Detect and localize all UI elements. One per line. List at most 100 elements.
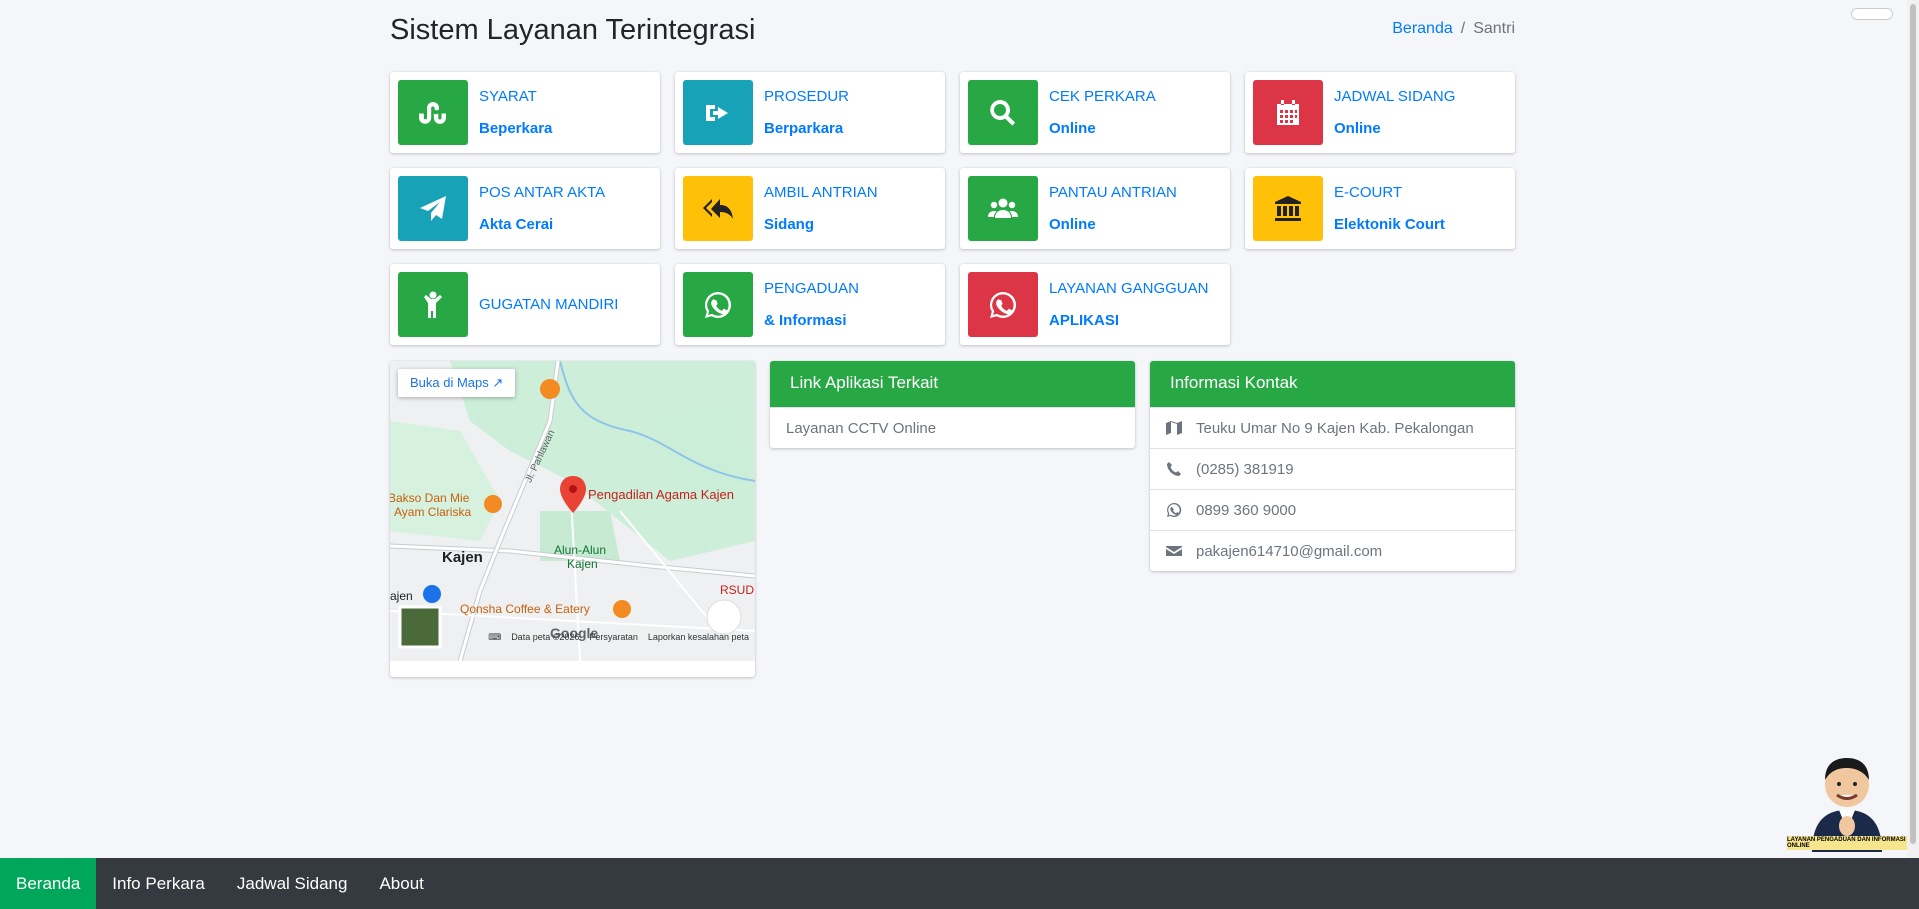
- service-pengaduan[interactable]: PENGADUAN & Informasi: [675, 264, 945, 345]
- service-title: PENGADUAN: [764, 280, 860, 297]
- map-label-bakso-2: Ayam Clariska: [394, 505, 472, 519]
- service-icon-box: [1253, 80, 1323, 145]
- service-gugatan-mandiri[interactable]: GUGATAN MANDIRI: [390, 264, 660, 345]
- service-subtitle: & Informasi: [764, 312, 847, 329]
- breadcrumb-current: Santri: [1473, 20, 1515, 37]
- breadcrumb-separator: /: [1460, 20, 1466, 37]
- map-label-rsud: RSUD: [720, 583, 755, 597]
- paper-plane-icon: [420, 195, 446, 221]
- map-terms-link[interactable]: Persyaratan: [589, 632, 638, 643]
- open-in-maps-label: Buka di Maps: [410, 375, 489, 390]
- calendar-icon: [1277, 99, 1299, 125]
- service-prosedur[interactable]: PROSEDUR Berparkara: [675, 72, 945, 153]
- links-card: Link Aplikasi Terkait Layanan CCTV Onlin…: [770, 361, 1135, 448]
- breadcrumb: Beranda / Santri: [1392, 20, 1515, 38]
- nav-beranda[interactable]: Beranda: [0, 858, 97, 909]
- reply-all-icon: [703, 198, 733, 219]
- contact-address-text: Teuku Umar No 9 Kajen Kab. Pekalongan: [1196, 419, 1474, 437]
- service-subtitle: Online: [1049, 216, 1096, 233]
- whatsapp-icon: [1167, 502, 1182, 517]
- link-item-label: Layanan CCTV Online: [786, 419, 937, 437]
- whatsapp-icon: [705, 291, 732, 318]
- map-icon: [1166, 421, 1182, 435]
- map-label-ajen: ajen: [390, 589, 413, 603]
- contact-email-text: pakajen614710@gmail.com: [1196, 542, 1383, 560]
- service-icon-box: [398, 80, 468, 145]
- service-title: PROSEDUR: [764, 88, 850, 105]
- page-title: Sistem Layanan Terintegrasi: [390, 14, 756, 46]
- service-title: AMBIL ANTRIAN: [764, 184, 878, 201]
- map-label-alun-2: Kajen: [567, 557, 598, 571]
- service-subtitle: Elektonik Court: [1334, 216, 1445, 233]
- sign-out-icon: [706, 104, 728, 121]
- service-icon-box: [968, 80, 1038, 145]
- map-label-alun: Alun-Alun: [554, 543, 607, 557]
- breadcrumb-home-link[interactable]: Beranda: [1392, 20, 1453, 37]
- scrollbar[interactable]: [1907, 0, 1919, 858]
- map-report-link[interactable]: Laporkan kesalahan peta: [648, 632, 749, 643]
- scrollbar-thumb[interactable]: [1910, 4, 1916, 844]
- map-attribution: ⌨ Data peta ©2026 Persyaratan Laporkan k…: [488, 632, 749, 643]
- child-icon: [424, 291, 442, 318]
- service-icon-box: [968, 272, 1038, 337]
- nav-jadwal-sidang[interactable]: Jadwal Sidang: [221, 858, 364, 909]
- service-e-court[interactable]: E-COURT Elektonik Court: [1245, 168, 1515, 249]
- nav-info-perkara[interactable]: Info Perkara: [96, 858, 221, 909]
- service-title: JADWAL SIDANG: [1334, 88, 1456, 105]
- service-title: GUGATAN MANDIRI: [479, 296, 619, 313]
- contact-address: Teuku Umar No 9 Kajen Kab. Pekalongan: [1150, 407, 1515, 448]
- map-data-text: Data peta ©2026: [511, 632, 580, 642]
- service-subtitle: Sidang: [764, 216, 815, 233]
- service-icon-box: [968, 176, 1038, 241]
- map-label-bakso: Bakso Dan Mie: [390, 491, 470, 505]
- search-icon: [990, 99, 1016, 126]
- links-card-title: Link Aplikasi Terkait: [770, 361, 1135, 407]
- whatsapp-icon: [990, 291, 1017, 318]
- service-subtitle: Berparkara: [764, 120, 844, 137]
- link-item-cctv[interactable]: Layanan CCTV Online: [770, 407, 1135, 448]
- service-title: SYARAT: [479, 88, 537, 105]
- service-cek-perkara[interactable]: CEK PERKARA Online: [960, 72, 1230, 153]
- service-icon-box: [398, 176, 468, 241]
- service-icon-box: [1253, 176, 1323, 241]
- contact-phone: (0285) 381919: [1150, 448, 1515, 489]
- map-city-label: Kajen: [442, 549, 483, 566]
- service-title: PANTAU ANTRIAN: [1049, 184, 1177, 201]
- stumbleupon-icon: [419, 101, 446, 124]
- map-marker-label: Pengadilan Agama Kajen: [588, 487, 735, 502]
- users-icon: [988, 198, 1018, 218]
- service-layanan-gangguan[interactable]: LAYANAN GANGGUAN APLIKASI: [960, 264, 1230, 345]
- service-pos-antar-akta[interactable]: POS ANTAR AKTA Akta Cerai: [390, 168, 660, 249]
- service-title: LAYANAN GANGGUAN: [1049, 280, 1209, 297]
- service-subtitle: Akta Cerai: [479, 216, 554, 233]
- service-title: E-COURT: [1334, 184, 1403, 201]
- service-jadwal-sidang[interactable]: JADWAL SIDANG Online: [1245, 72, 1515, 153]
- service-subtitle: Beperkara: [479, 120, 553, 137]
- contact-phone-text: (0285) 381919: [1196, 460, 1294, 478]
- contact-card: Informasi Kontak Teuku Umar No 9 Kajen K…: [1150, 361, 1515, 571]
- open-in-maps-button[interactable]: Buka di Maps ↗: [398, 369, 516, 397]
- service-pantau-antrian[interactable]: PANTAU ANTRIAN Online: [960, 168, 1230, 249]
- service-icon-box: [683, 80, 753, 145]
- service-icon-box: [398, 272, 468, 337]
- mascot-caption: LAYANAN PENGADUAN DAN INFORMASI ONLINE: [1787, 836, 1907, 850]
- service-syarat[interactable]: SYARAT Beperkara: [390, 72, 660, 153]
- service-icon-box: [683, 272, 753, 337]
- service-ambil-antrian[interactable]: AMBIL ANTRIAN Sidang: [675, 168, 945, 249]
- phone-icon: [1167, 462, 1181, 476]
- keyboard-icon[interactable]: ⌨: [488, 632, 501, 643]
- map-embed[interactable]: Buka di Maps ↗ Pengadilan Agama Kajen Ka…: [390, 361, 755, 677]
- nav-about[interactable]: About: [363, 858, 439, 909]
- contact-whatsapp: 0899 360 9000: [1150, 489, 1515, 530]
- service-subtitle: APLIKASI: [1049, 312, 1120, 329]
- service-subtitle: Online: [1334, 120, 1381, 137]
- service-icon-box: [683, 176, 753, 241]
- map-canvas[interactable]: Buka di Maps ↗ Pengadilan Agama Kajen Ka…: [390, 361, 755, 661]
- envelope-icon: [1166, 546, 1182, 556]
- contact-whatsapp-text: 0899 360 9000: [1196, 501, 1297, 519]
- bank-icon: [1275, 195, 1301, 221]
- contact-card-title: Informasi Kontak: [1150, 361, 1515, 407]
- map-label-qonsha: Qonsha Coffee & Eatery: [460, 602, 590, 616]
- service-subtitle: Online: [1049, 120, 1096, 137]
- top-toggle[interactable]: [1851, 8, 1893, 20]
